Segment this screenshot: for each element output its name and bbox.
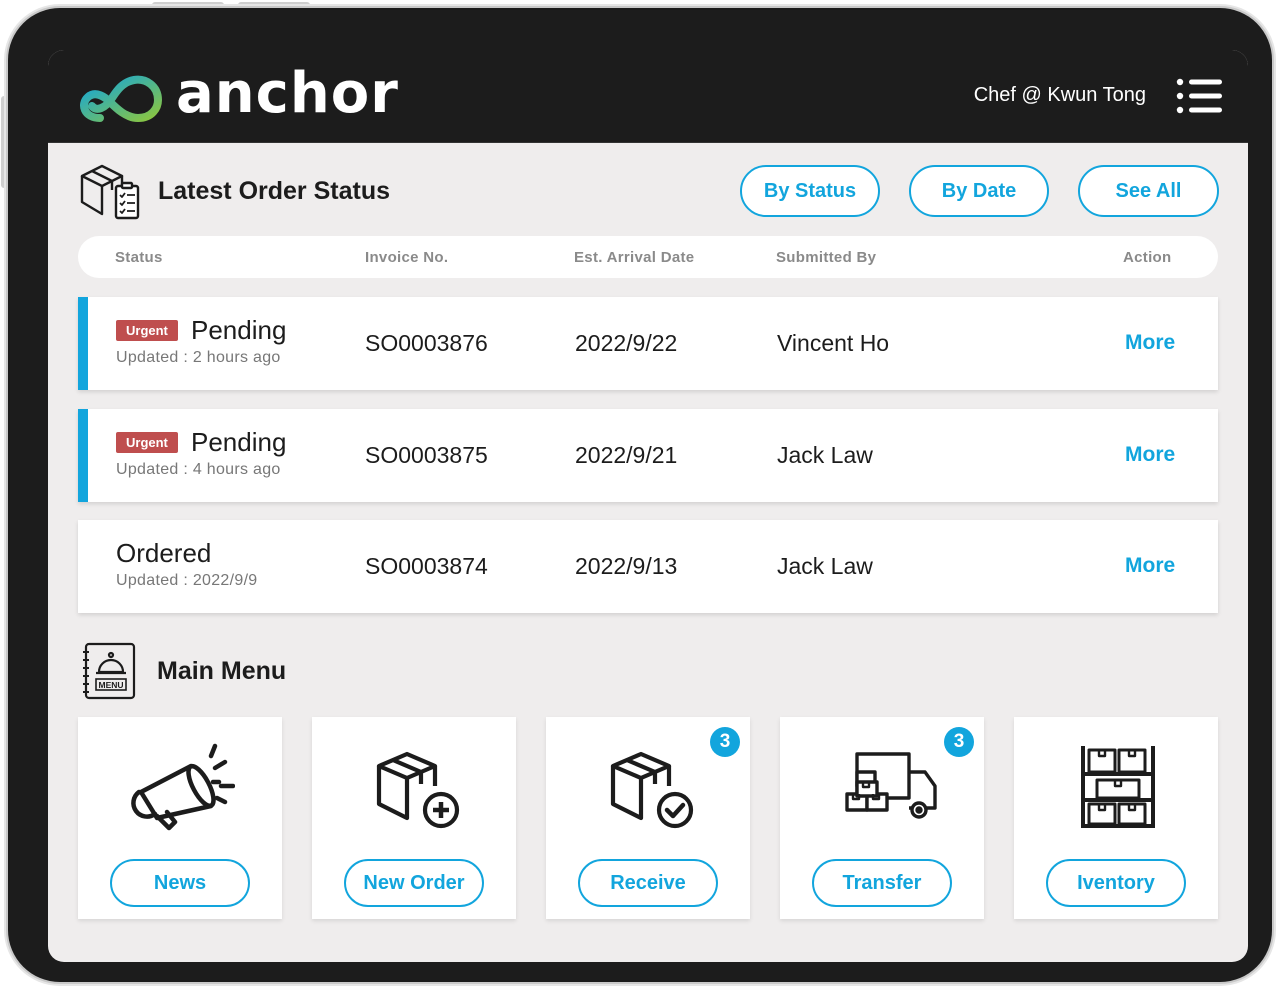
table-row[interactable]: Urgent Pending Updated : 2 hours ago SO0… [78,297,1218,390]
menu-card-inventory[interactable]: Iventory [1014,717,1218,919]
urgent-badge: Urgent [116,320,178,341]
filter-by-date-button[interactable]: By Date [909,165,1049,217]
transfer-button[interactable]: Transfer [812,859,952,907]
order-status: Pending [191,427,287,457]
order-submitted-by: Vincent Ho [777,330,890,356]
order-submitted-by: Jack Law [777,442,873,468]
orders-table-header: Status Invoice No. Est. Arrival Date Sub… [78,236,1218,278]
column-header-action: Action [1123,249,1172,266]
order-checklist-icon [80,164,140,220]
device-button-side [1,96,8,188]
order-updated: Updated : 4 hours ago [116,461,281,478]
menu-card-new-order[interactable]: New Order [312,717,516,919]
more-link[interactable]: More [1125,443,1175,467]
order-updated: Updated : 2 hours ago [116,349,281,366]
table-row[interactable]: Urgent Pending Updated : 4 hours ago SO0… [78,409,1218,502]
menu-title: Main Menu [157,656,287,685]
logo-text: anchor [176,61,399,126]
order-invoice: SO0003875 [365,442,488,468]
box-check-icon [593,742,703,834]
order-invoice: SO0003876 [365,330,488,356]
orders-title: Latest Order Status [158,176,391,205]
news-button[interactable]: News [110,859,250,907]
menu-card-receive[interactable]: 3 Receive [546,717,750,919]
order-status: Pending [191,315,287,345]
column-header-arrival: Est. Arrival Date [574,249,695,266]
column-header-status: Status [115,249,163,266]
anchor-logo-icon [80,75,162,123]
menu-book-icon: MENU [83,642,136,700]
menu-book-icon-text: MENU [98,680,123,690]
truck-icon [827,742,937,834]
row-accent-bar [78,297,88,390]
receive-count-badge: 3 [710,727,740,757]
order-status: Ordered [116,538,212,568]
app-screen: anchor Chef @ Kwun Tong Latest Order Sta… [48,50,1248,962]
order-updated: Updated : 2022/9/9 [116,572,258,589]
shelves-icon [1061,742,1171,834]
receive-button[interactable]: Receive [578,859,718,907]
top-bar: anchor Chef @ Kwun Tong [48,50,1248,143]
new-order-button[interactable]: New Order [344,859,484,907]
box-plus-icon [359,742,469,834]
inventory-button[interactable]: Iventory [1046,859,1186,907]
urgent-badge: Urgent [116,432,178,453]
user-label[interactable]: Chef @ Kwun Tong [974,82,1146,108]
megaphone-icon [125,742,236,834]
row-accent-bar [78,409,88,502]
menu-section-header: MENU Main Menu [81,642,286,700]
column-header-submitted-by: Submitted By [776,249,877,266]
orders-section-header: Latest Order Status [78,162,390,220]
tablet-frame: anchor Chef @ Kwun Tong Latest Order Sta… [8,8,1272,982]
order-invoice: SO0003874 [365,553,488,579]
menu-card-news[interactable]: News [78,717,282,919]
order-arrival-date: 2022/9/13 [575,553,678,579]
order-arrival-date: 2022/9/21 [575,442,678,468]
order-submitted-by: Jack Law [777,553,873,579]
see-all-button[interactable]: See All [1078,165,1219,217]
transfer-count-badge: 3 [944,727,974,757]
filter-by-status-button[interactable]: By Status [740,165,880,217]
hamburger-menu-icon[interactable] [1176,76,1222,116]
more-link[interactable]: More [1125,331,1175,355]
more-link[interactable]: More [1125,554,1175,578]
column-header-invoice: Invoice No. [365,249,449,266]
menu-card-transfer[interactable]: 3 Transfer [780,717,984,919]
logo[interactable]: anchor [76,64,399,124]
table-row[interactable]: Ordered Updated : 2022/9/9 SO0003874 202… [78,520,1218,613]
order-arrival-date: 2022/9/22 [575,330,678,356]
